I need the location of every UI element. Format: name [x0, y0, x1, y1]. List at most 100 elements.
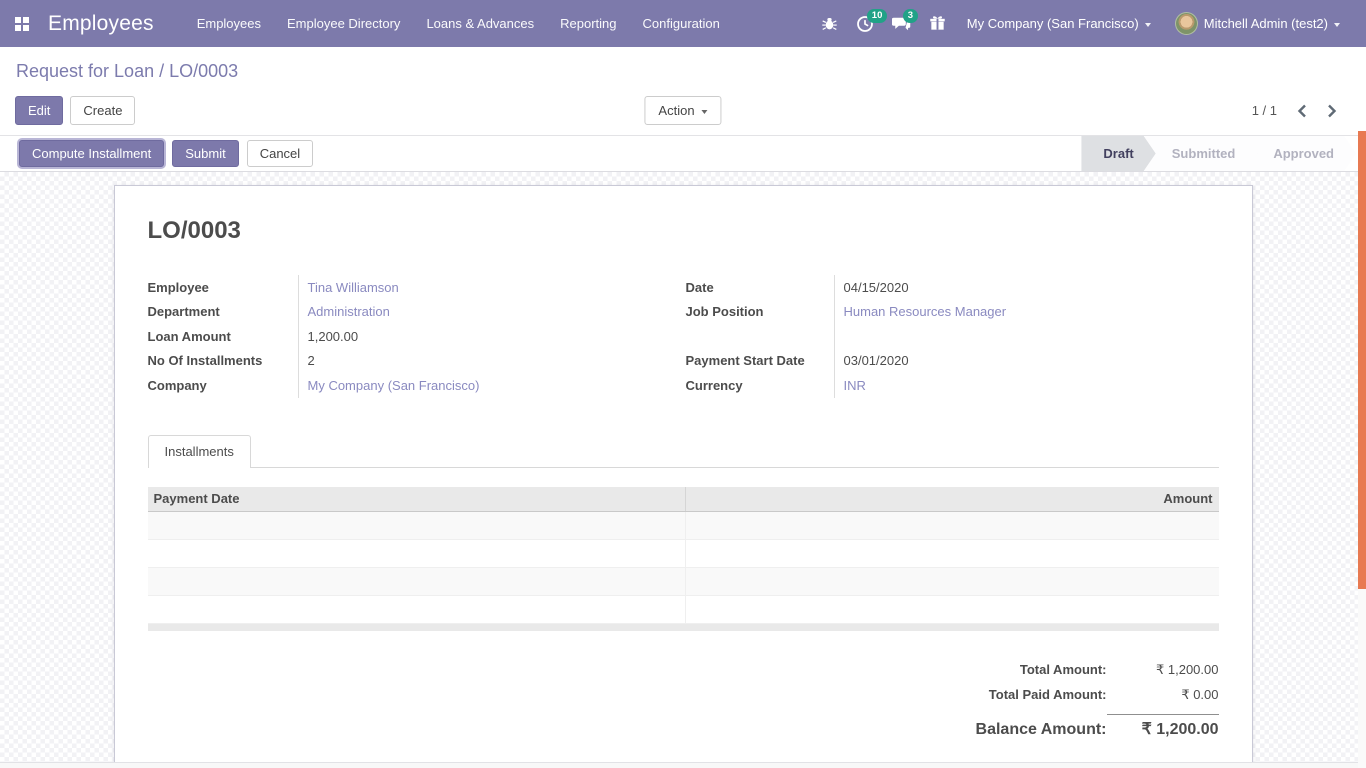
record-title: LO/0003 — [148, 217, 1219, 245]
menu-item-employees[interactable]: Employees — [184, 0, 274, 47]
field-value-installments: 2 — [298, 349, 686, 374]
field-label: Date — [686, 275, 834, 300]
column-header-amount[interactable]: Amount — [685, 487, 1219, 511]
status-step-approved[interactable]: Approved — [1245, 136, 1356, 171]
field-loan-amount: Loan Amount 1,200.00 — [148, 324, 686, 349]
field-label: Employee — [148, 275, 298, 300]
table-row — [148, 596, 1219, 624]
edit-button[interactable]: Edit — [15, 96, 63, 125]
field-label: Company — [148, 373, 298, 398]
total-amount-label: Total Amount: — [1020, 662, 1107, 677]
menu-item-loans-advances[interactable]: Loans & Advances — [413, 0, 547, 47]
cancel-button[interactable]: Cancel — [247, 140, 313, 167]
pager-value: 1 / 1 — [1252, 103, 1277, 118]
create-button[interactable]: Create — [70, 96, 135, 125]
breadcrumb-parent-link[interactable]: Request for Loan — [16, 61, 154, 81]
table-header: Payment Date Amount — [148, 487, 1219, 512]
pager: 1 / 1 — [1252, 103, 1351, 118]
pager-previous-button[interactable] — [1297, 104, 1307, 118]
total-paid-amount-value: ₹ 0.00 — [1107, 687, 1219, 703]
systray: 10 3 My Company (San Francisco) Mitch — [812, 0, 1352, 47]
field-label: No Of Installments — [148, 349, 298, 374]
menu-item-employee-directory[interactable]: Employee Directory — [274, 0, 413, 47]
control-panel: Request for Loan / LO/0003 Edit Create A… — [0, 47, 1366, 135]
field-date: Date 04/15/2020 — [686, 275, 1219, 300]
notebook: Installments Payment Date Amount — [148, 435, 1219, 631]
field-department: Department Administration — [148, 300, 686, 325]
total-amount-value: ₹ 1,200.00 — [1107, 662, 1219, 678]
field-label: Currency — [686, 373, 834, 398]
action-dropdown-button[interactable]: Action — [644, 96, 721, 125]
chevron-down-icon — [1334, 23, 1340, 27]
field-value-currency[interactable]: INR — [834, 373, 1219, 398]
field-job-position: Job Position Human Resources Manager — [686, 300, 1219, 325]
form-statusbar: Compute Installment Submit Cancel Draft … — [0, 135, 1366, 172]
gift-icon — [929, 15, 946, 32]
field-groups: Employee Tina Williamson Department Admi… — [148, 275, 1219, 398]
field-label: Loan Amount — [148, 324, 298, 349]
status-steps: Draft Submitted Approved — [1081, 136, 1356, 171]
field-value-department[interactable]: Administration — [298, 300, 686, 325]
breadcrumb: Request for Loan / LO/0003 — [16, 61, 1351, 82]
action-label: Action — [658, 103, 694, 118]
scrollbar-thumb[interactable] — [1358, 131, 1366, 589]
apps-menu-button[interactable] — [0, 0, 44, 47]
top-navbar: Employees Employees Employee Directory L… — [0, 0, 1366, 47]
total-paid-amount-row: Total Paid Amount: ₹ 0.00 — [989, 687, 1219, 712]
user-name: Mitchell Admin (test2) — [1204, 16, 1328, 31]
breadcrumb-current: LO/0003 — [169, 61, 238, 81]
chevron-down-icon — [702, 110, 708, 114]
form-view-content: LO/0003 Employee Tina Williamson Departm… — [0, 172, 1366, 762]
field-label: Job Position — [686, 300, 834, 325]
menu-item-configuration[interactable]: Configuration — [630, 0, 733, 47]
tab-bar: Installments — [148, 435, 1219, 468]
gift-button[interactable] — [920, 0, 955, 47]
field-currency: Currency INR — [686, 373, 1219, 398]
status-step-draft[interactable]: Draft — [1081, 136, 1155, 171]
company-switcher[interactable]: My Company (San Francisco) — [955, 0, 1163, 47]
field-label: Department — [148, 300, 298, 325]
field-value-date: 04/15/2020 — [834, 275, 1219, 300]
field-payment-start-date: Payment Start Date 03/01/2020 — [686, 349, 1219, 374]
form-sheet: LO/0003 Employee Tina Williamson Departm… — [114, 185, 1253, 762]
field-group-left: Employee Tina Williamson Department Admi… — [148, 275, 686, 398]
company-name: My Company (San Francisco) — [967, 16, 1139, 31]
column-header-payment-date[interactable]: Payment Date — [148, 487, 685, 511]
bottom-strip — [0, 762, 1366, 768]
messages-button[interactable]: 3 — [883, 0, 920, 47]
activities-button[interactable]: 10 — [847, 0, 883, 47]
table-row — [148, 568, 1219, 596]
field-no-of-installments: No Of Installments 2 — [148, 349, 686, 374]
apps-grid-icon — [15, 17, 29, 31]
field-value-job-position[interactable]: Human Resources Manager — [834, 300, 1219, 325]
main-menu: Employees Employee Directory Loans & Adv… — [184, 0, 733, 47]
installments-table: Payment Date Amount — [148, 487, 1219, 631]
compute-installment-button[interactable]: Compute Installment — [19, 140, 164, 167]
pager-next-button[interactable] — [1327, 104, 1337, 118]
debug-button[interactable] — [812, 0, 847, 47]
field-value-company[interactable]: My Company (San Francisco) — [298, 373, 686, 398]
field-value-payment-start-date: 03/01/2020 — [834, 349, 1219, 374]
table-footer-band — [148, 624, 1219, 631]
table-row — [148, 540, 1219, 568]
submit-button[interactable]: Submit — [172, 140, 238, 167]
field-value-employee[interactable]: Tina Williamson — [298, 275, 686, 300]
field-employee: Employee Tina Williamson — [148, 275, 686, 300]
bug-icon — [821, 15, 838, 32]
chevron-right-icon — [1327, 104, 1337, 118]
user-avatar — [1175, 12, 1198, 35]
balance-amount-label: Balance Amount: — [976, 721, 1107, 739]
chevron-down-icon — [1145, 23, 1151, 27]
field-value-loan-amount: 1,200.00 — [298, 324, 686, 349]
user-menu[interactable]: Mitchell Admin (test2) — [1163, 0, 1352, 47]
table-row — [148, 512, 1219, 540]
status-step-submitted[interactable]: Submitted — [1144, 136, 1258, 171]
field-label: Payment Start Date — [686, 349, 834, 374]
balance-amount-value: ₹ 1,200.00 — [1107, 714, 1219, 739]
scrollbar-track[interactable] — [1358, 131, 1366, 768]
menu-item-reporting[interactable]: Reporting — [547, 0, 629, 47]
balance-amount-row: Balance Amount: ₹ 1,200.00 — [976, 714, 1219, 739]
field-spacer-row — [686, 324, 1219, 349]
tab-installments[interactable]: Installments — [148, 435, 251, 468]
app-brand-title: Employees — [48, 12, 154, 36]
